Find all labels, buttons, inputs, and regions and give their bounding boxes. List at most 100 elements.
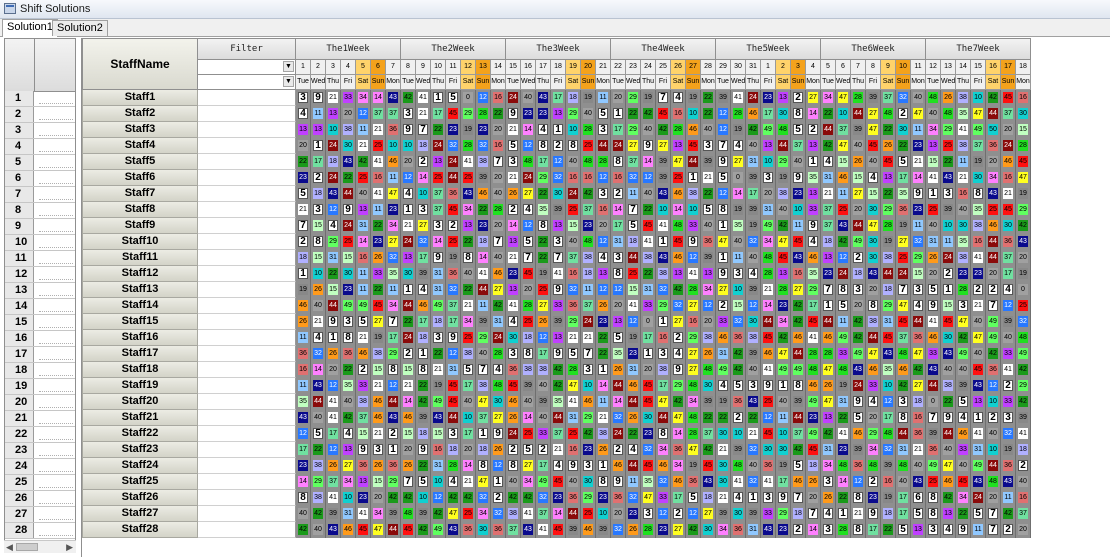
shift-cell[interactable]: 11: [626, 474, 641, 490]
shift-cell[interactable]: 1: [401, 282, 416, 298]
shift-cell[interactable]: 40: [521, 90, 536, 106]
shift-cell[interactable]: 32: [656, 282, 671, 298]
staff-name-cell[interactable]: Staff14: [82, 298, 198, 314]
shift-cell[interactable]: 36: [506, 362, 521, 378]
shift-cell[interactable]: 17: [536, 154, 551, 170]
shift-cell[interactable]: 12: [1001, 298, 1016, 314]
shift-cell[interactable]: 45: [371, 298, 386, 314]
shift-cell[interactable]: 14: [521, 122, 536, 138]
shift-cell[interactable]: 4: [326, 218, 341, 234]
shift-cell[interactable]: 22: [716, 410, 731, 426]
shift-cell[interactable]: 2: [551, 138, 566, 154]
shift-cell[interactable]: 30: [776, 106, 791, 122]
shift-cell[interactable]: 12: [686, 506, 701, 522]
shift-cell[interactable]: 17: [881, 410, 896, 426]
shift-cell[interactable]: 17: [416, 250, 431, 266]
shift-cell[interactable]: 41: [371, 186, 386, 202]
shift-cell[interactable]: 25: [371, 138, 386, 154]
shift-cell[interactable]: 18: [911, 394, 926, 410]
shift-cell[interactable]: 49: [986, 330, 1001, 346]
shift-cell[interactable]: 37: [1001, 250, 1016, 266]
shift-cell[interactable]: 13: [596, 266, 611, 282]
shift-cell[interactable]: 28: [686, 426, 701, 442]
shift-cell[interactable]: 17: [671, 490, 686, 506]
shift-cell[interactable]: 9: [446, 330, 461, 346]
shift-cell[interactable]: 29: [386, 346, 401, 362]
shift-cell[interactable]: 15: [341, 250, 356, 266]
shift-cell[interactable]: 22: [296, 154, 311, 170]
shift-cell[interactable]: 25: [581, 506, 596, 522]
shift-cell[interactable]: 32: [566, 282, 581, 298]
shift-cell[interactable]: 25: [461, 330, 476, 346]
shift-cell[interactable]: 9: [416, 442, 431, 458]
filter-cell[interactable]: [198, 106, 296, 122]
shift-cell[interactable]: 7: [926, 410, 941, 426]
shift-cell[interactable]: 29: [656, 298, 671, 314]
shift-cell[interactable]: 48: [701, 362, 716, 378]
shift-cell[interactable]: 22: [536, 250, 551, 266]
shift-cell[interactable]: 48: [1016, 330, 1031, 346]
shift-cell[interactable]: 45: [881, 154, 896, 170]
staff-name-cell[interactable]: Staff24: [82, 458, 198, 474]
row-header[interactable]: 22: [5, 427, 75, 443]
shift-cell[interactable]: 26: [326, 346, 341, 362]
shift-cell[interactable]: 13: [971, 394, 986, 410]
shift-cell[interactable]: 1: [476, 426, 491, 442]
shift-cell[interactable]: 24: [1001, 138, 1016, 154]
shift-cell[interactable]: 44: [326, 298, 341, 314]
shift-cell[interactable]: 16: [656, 330, 671, 346]
shift-cell[interactable]: 5: [926, 282, 941, 298]
shift-cell[interactable]: 45: [521, 266, 536, 282]
shift-cell[interactable]: 49: [431, 522, 446, 538]
shift-cell[interactable]: 41: [521, 506, 536, 522]
shift-cell[interactable]: 23: [791, 186, 806, 202]
shift-cell[interactable]: 5: [911, 506, 926, 522]
shift-cell[interactable]: 24: [611, 426, 626, 442]
shift-cell[interactable]: 46: [866, 362, 881, 378]
shift-cell[interactable]: 41: [836, 426, 851, 442]
shift-cell[interactable]: 36: [686, 474, 701, 490]
staff-name-cell[interactable]: Staff7: [82, 186, 198, 202]
shift-cell[interactable]: 10: [776, 426, 791, 442]
shift-cell[interactable]: 39: [326, 506, 341, 522]
shift-cell[interactable]: 12: [326, 202, 341, 218]
shift-cell[interactable]: 42: [491, 298, 506, 314]
row-header[interactable]: 3: [5, 123, 75, 139]
staff-name-cell[interactable]: Staff15: [82, 314, 198, 330]
shift-cell[interactable]: 45: [881, 330, 896, 346]
shift-cell[interactable]: 12: [596, 170, 611, 186]
shift-cell[interactable]: 12: [551, 154, 566, 170]
shift-cell[interactable]: 31: [446, 362, 461, 378]
shift-cell[interactable]: 12: [491, 458, 506, 474]
shift-cell[interactable]: 8: [971, 186, 986, 202]
staff-name-cell[interactable]: Staff6: [82, 170, 198, 186]
shift-cell[interactable]: 35: [341, 378, 356, 394]
shift-cell[interactable]: 31: [746, 154, 761, 170]
shift-cell[interactable]: 38: [956, 250, 971, 266]
shift-cell[interactable]: 41: [971, 426, 986, 442]
shift-cell[interactable]: 20: [1001, 122, 1016, 138]
shift-cell[interactable]: 41: [926, 314, 941, 330]
shift-cell[interactable]: 22: [596, 346, 611, 362]
shift-cell[interactable]: 42: [791, 298, 806, 314]
shift-cell[interactable]: 27: [656, 138, 671, 154]
shift-cell[interactable]: 12: [476, 90, 491, 106]
shift-cell[interactable]: 2: [386, 426, 401, 442]
shift-cell[interactable]: 24: [896, 266, 911, 282]
shift-cell[interactable]: 0: [461, 90, 476, 106]
shift-cell[interactable]: 49: [851, 346, 866, 362]
shift-cell[interactable]: 11: [971, 522, 986, 538]
shift-cell[interactable]: 21: [416, 106, 431, 122]
shift-cell[interactable]: 18: [581, 266, 596, 282]
shift-cell[interactable]: 4: [416, 282, 431, 298]
shift-cell[interactable]: 8: [536, 138, 551, 154]
shift-cell[interactable]: 24: [326, 138, 341, 154]
shift-cell[interactable]: 30: [716, 458, 731, 474]
shift-cell[interactable]: 39: [866, 90, 881, 106]
shift-cell[interactable]: 23: [536, 106, 551, 122]
shift-cell[interactable]: 48: [881, 426, 896, 442]
shift-cell[interactable]: 9: [491, 426, 506, 442]
shift-cell[interactable]: 16: [566, 266, 581, 282]
shift-cell[interactable]: 21: [1001, 186, 1016, 202]
shift-cell[interactable]: 44: [791, 346, 806, 362]
